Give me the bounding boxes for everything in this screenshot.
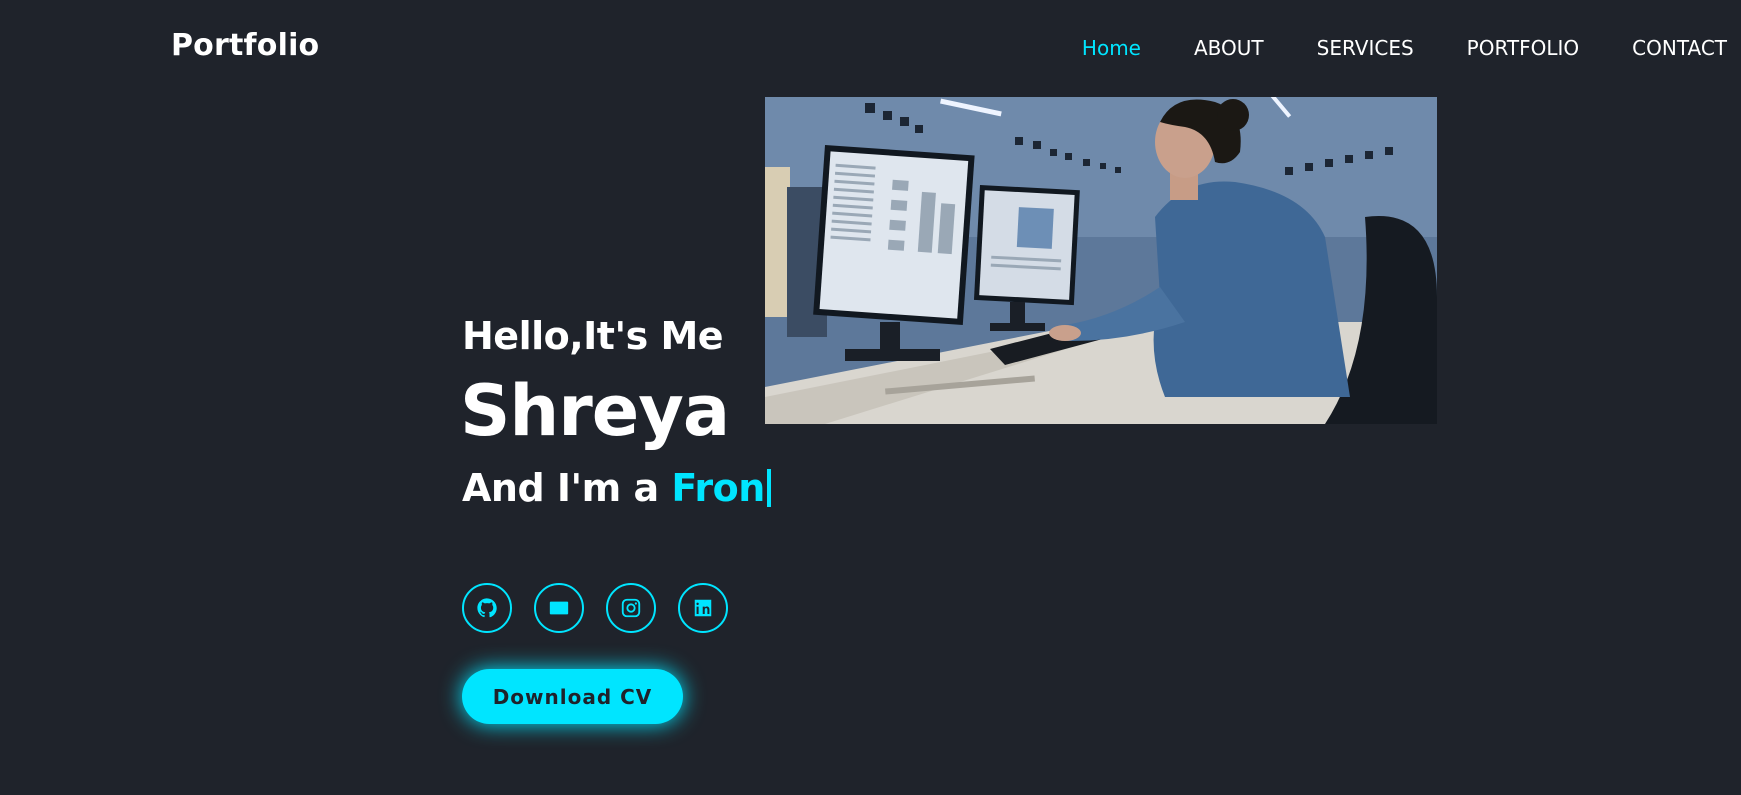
hero-greeting: Hello,It's Me (462, 314, 724, 358)
role-typed-text: Fron (671, 466, 765, 510)
nav-about[interactable]: ABOUT (1194, 36, 1264, 60)
typing-cursor (766, 469, 771, 507)
instagram-icon (621, 598, 641, 618)
hero-image (765, 97, 1437, 424)
main-nav: Home ABOUT SERVICES PORTFOLIO CONTACT (1029, 36, 1727, 60)
nav-services[interactable]: SERVICES (1317, 36, 1414, 60)
linkedin-icon (694, 599, 712, 617)
nav-portfolio[interactable]: PORTFOLIO (1467, 36, 1580, 60)
hero-role: And I'm a Fron (462, 466, 771, 510)
github-link[interactable] (462, 583, 512, 633)
nav-contact[interactable]: CONTACT (1632, 36, 1727, 60)
linkedin-link[interactable] (678, 583, 728, 633)
nav-home[interactable]: Home (1082, 36, 1141, 60)
site-logo[interactable]: Portfolio (171, 28, 319, 63)
page: Portfolio Home ABOUT SERVICES PORTFOLIO … (0, 0, 1741, 795)
social-links (462, 583, 750, 633)
download-cv-button[interactable]: Download CV (462, 669, 683, 724)
instagram-link[interactable] (606, 583, 656, 633)
mail-icon (549, 601, 569, 615)
role-prefix: And I'm a (462, 466, 659, 510)
github-icon (477, 598, 497, 618)
hero-name: Shreya (460, 370, 730, 452)
email-link[interactable] (534, 583, 584, 633)
